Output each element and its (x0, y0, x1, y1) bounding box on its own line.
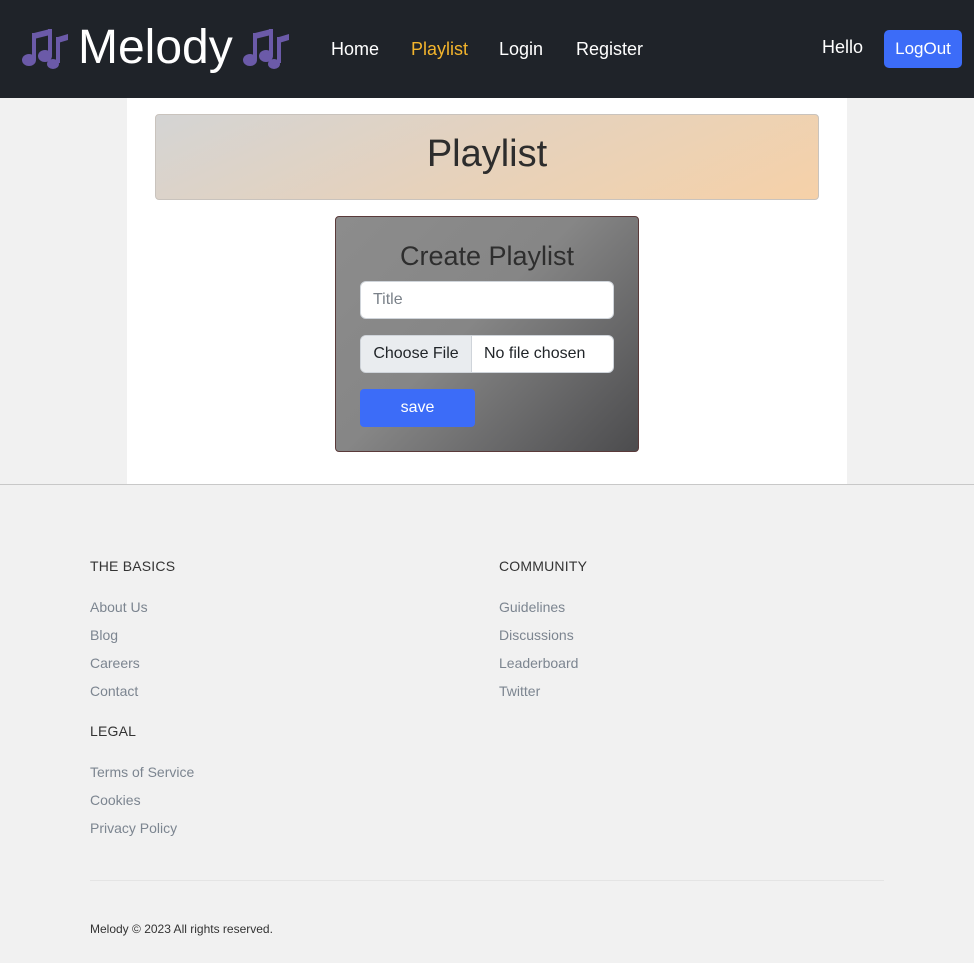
footer-link-twitter[interactable]: Twitter (499, 683, 540, 699)
footer-heading-community: COMMUNITY (499, 558, 588, 574)
footer-heading-basics: THE BASICS (90, 558, 176, 574)
footer-link-careers[interactable]: Careers (90, 655, 140, 671)
footer-link-contact[interactable]: Contact (90, 683, 138, 699)
footer-separator (90, 880, 884, 881)
footer-link-guidelines[interactable]: Guidelines (499, 599, 565, 615)
choose-file-button[interactable]: Choose File (361, 336, 472, 372)
main-content: Playlist Create Playlist Choose File No … (127, 98, 847, 484)
copyright-text: Melody © 2023 All rights reserved. (90, 922, 273, 936)
form-heading: Create Playlist (399, 241, 575, 271)
footer-link-leaderboard[interactable]: Leaderboard (499, 655, 578, 671)
nav-playlist-link[interactable]: Playlist (411, 38, 468, 60)
footer-link-discussions[interactable]: Discussions (499, 627, 574, 643)
page-title: Playlist (426, 132, 548, 175)
file-input[interactable]: Choose File No file chosen (360, 335, 614, 373)
brand-logo[interactable]: Melody (20, 18, 291, 78)
nav-home-link[interactable]: Home (331, 38, 379, 60)
logout-button[interactable]: LogOut (884, 30, 962, 68)
footer-link-terms[interactable]: Terms of Service (90, 764, 194, 780)
nav-register-link[interactable]: Register (576, 38, 643, 60)
file-status-text: No file chosen (484, 345, 586, 362)
music-notes-icon (242, 29, 289, 69)
footer-link-blog[interactable]: Blog (90, 627, 118, 643)
greeting-text: Hello (822, 37, 864, 57)
footer-link-about-us[interactable]: About Us (90, 599, 148, 615)
music-notes-icon (22, 29, 68, 69)
title-input[interactable] (360, 281, 614, 319)
nav-login-link[interactable]: Login (499, 38, 543, 60)
footer-link-cookies[interactable]: Cookies (90, 792, 141, 808)
brand-name: Melody (78, 21, 233, 74)
footer-divider (0, 484, 974, 485)
footer-link-privacy[interactable]: Privacy Policy (90, 820, 177, 836)
footer-heading-legal: LEGAL (90, 723, 137, 739)
create-playlist-form: Create Playlist Choose File No file chos… (335, 216, 639, 452)
navbar: Melody Home Playlist Login Register Hell… (0, 0, 974, 98)
page-banner: Playlist (155, 114, 819, 200)
save-button[interactable]: save (360, 389, 475, 427)
